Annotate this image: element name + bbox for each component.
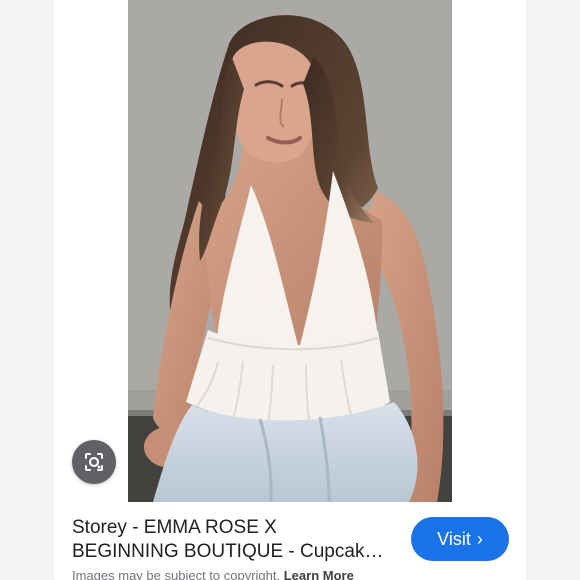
- copyright-text: Images may be subject to copyright.: [72, 568, 281, 580]
- left-image-gutter: [54, 0, 128, 502]
- lens-icon: [85, 453, 103, 471]
- visit-button[interactable]: Visit ›: [411, 517, 509, 561]
- learn-more-link[interactable]: Learn More: [284, 568, 354, 580]
- result-title-line-1[interactable]: Storey - EMMA ROSE X: [72, 516, 402, 540]
- fashion-model-illustration: [128, 0, 452, 502]
- lens-button[interactable]: [72, 440, 116, 484]
- chevron-right-icon: ›: [476, 529, 483, 549]
- left-margin: [0, 0, 54, 580]
- image-viewer: Storey - EMMA ROSE X BEGINNING BOUTIQUE …: [0, 0, 580, 580]
- result-card: Storey - EMMA ROSE X BEGINNING BOUTIQUE …: [54, 502, 526, 580]
- result-title-line-2[interactable]: BEGINNING BOUTIQUE - Cupcak…: [72, 540, 402, 564]
- result-title[interactable]: Storey - EMMA ROSE X BEGINNING BOUTIQUE …: [72, 516, 402, 564]
- right-image-gutter: [452, 0, 526, 502]
- right-margin: [526, 0, 580, 580]
- product-photo[interactable]: [128, 0, 452, 502]
- copyright-notice: Images may be subject to copyright. Lear…: [72, 568, 354, 580]
- visit-label: Visit: [437, 528, 471, 549]
